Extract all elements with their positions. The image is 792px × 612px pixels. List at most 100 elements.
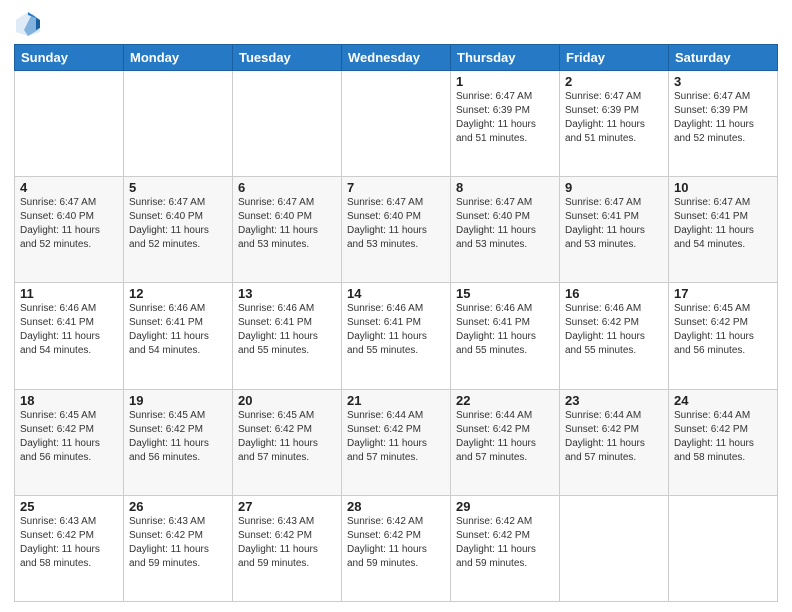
calendar-cell: 24Sunrise: 6:44 AMSunset: 6:42 PMDayligh… xyxy=(669,389,778,495)
day-info: Sunrise: 6:46 AMSunset: 6:41 PMDaylight:… xyxy=(129,302,227,358)
calendar-cell: 21Sunrise: 6:44 AMSunset: 6:42 PMDayligh… xyxy=(342,389,451,495)
day-number: 23 xyxy=(565,393,663,408)
calendar-cell: 14Sunrise: 6:46 AMSunset: 6:41 PMDayligh… xyxy=(342,283,451,389)
calendar-cell: 20Sunrise: 6:45 AMSunset: 6:42 PMDayligh… xyxy=(233,389,342,495)
logo xyxy=(14,10,46,38)
day-info: Sunrise: 6:42 AMSunset: 6:42 PMDaylight:… xyxy=(456,515,554,571)
day-info: Sunrise: 6:45 AMSunset: 6:42 PMDaylight:… xyxy=(674,302,772,358)
calendar-row: 4Sunrise: 6:47 AMSunset: 6:40 PMDaylight… xyxy=(15,177,778,283)
day-number: 28 xyxy=(347,499,445,514)
weekday-header: Thursday xyxy=(451,45,560,71)
weekday-header: Tuesday xyxy=(233,45,342,71)
calendar-cell: 25Sunrise: 6:43 AMSunset: 6:42 PMDayligh… xyxy=(15,495,124,601)
calendar-cell: 9Sunrise: 6:47 AMSunset: 6:41 PMDaylight… xyxy=(560,177,669,283)
calendar-cell xyxy=(560,495,669,601)
day-number: 29 xyxy=(456,499,554,514)
calendar-cell: 19Sunrise: 6:45 AMSunset: 6:42 PMDayligh… xyxy=(124,389,233,495)
calendar-cell: 13Sunrise: 6:46 AMSunset: 6:41 PMDayligh… xyxy=(233,283,342,389)
calendar-row: 11Sunrise: 6:46 AMSunset: 6:41 PMDayligh… xyxy=(15,283,778,389)
day-number: 15 xyxy=(456,286,554,301)
calendar-cell: 1Sunrise: 6:47 AMSunset: 6:39 PMDaylight… xyxy=(451,71,560,177)
day-info: Sunrise: 6:44 AMSunset: 6:42 PMDaylight:… xyxy=(674,409,772,465)
day-info: Sunrise: 6:47 AMSunset: 6:39 PMDaylight:… xyxy=(674,90,772,146)
calendar-header: SundayMondayTuesdayWednesdayThursdayFrid… xyxy=(15,45,778,71)
day-info: Sunrise: 6:46 AMSunset: 6:42 PMDaylight:… xyxy=(565,302,663,358)
calendar-cell xyxy=(233,71,342,177)
day-number: 8 xyxy=(456,180,554,195)
calendar-cell: 29Sunrise: 6:42 AMSunset: 6:42 PMDayligh… xyxy=(451,495,560,601)
day-number: 18 xyxy=(20,393,118,408)
page: SundayMondayTuesdayWednesdayThursdayFrid… xyxy=(0,0,792,612)
day-info: Sunrise: 6:47 AMSunset: 6:40 PMDaylight:… xyxy=(129,196,227,252)
day-info: Sunrise: 6:47 AMSunset: 6:40 PMDaylight:… xyxy=(456,196,554,252)
calendar-cell: 23Sunrise: 6:44 AMSunset: 6:42 PMDayligh… xyxy=(560,389,669,495)
day-number: 4 xyxy=(20,180,118,195)
day-number: 6 xyxy=(238,180,336,195)
day-number: 21 xyxy=(347,393,445,408)
calendar-cell: 17Sunrise: 6:45 AMSunset: 6:42 PMDayligh… xyxy=(669,283,778,389)
day-info: Sunrise: 6:44 AMSunset: 6:42 PMDaylight:… xyxy=(456,409,554,465)
calendar-cell: 12Sunrise: 6:46 AMSunset: 6:41 PMDayligh… xyxy=(124,283,233,389)
day-info: Sunrise: 6:45 AMSunset: 6:42 PMDaylight:… xyxy=(20,409,118,465)
day-info: Sunrise: 6:46 AMSunset: 6:41 PMDaylight:… xyxy=(238,302,336,358)
day-info: Sunrise: 6:43 AMSunset: 6:42 PMDaylight:… xyxy=(238,515,336,571)
day-number: 22 xyxy=(456,393,554,408)
calendar-cell xyxy=(342,71,451,177)
weekday-header: Saturday xyxy=(669,45,778,71)
day-number: 13 xyxy=(238,286,336,301)
day-number: 17 xyxy=(674,286,772,301)
day-info: Sunrise: 6:44 AMSunset: 6:42 PMDaylight:… xyxy=(565,409,663,465)
calendar-cell xyxy=(15,71,124,177)
day-number: 10 xyxy=(674,180,772,195)
calendar-table: SundayMondayTuesdayWednesdayThursdayFrid… xyxy=(14,44,778,602)
day-number: 24 xyxy=(674,393,772,408)
day-info: Sunrise: 6:47 AMSunset: 6:39 PMDaylight:… xyxy=(456,90,554,146)
day-number: 12 xyxy=(129,286,227,301)
calendar-cell xyxy=(124,71,233,177)
calendar-cell: 22Sunrise: 6:44 AMSunset: 6:42 PMDayligh… xyxy=(451,389,560,495)
day-number: 16 xyxy=(565,286,663,301)
day-info: Sunrise: 6:47 AMSunset: 6:41 PMDaylight:… xyxy=(674,196,772,252)
calendar-cell: 26Sunrise: 6:43 AMSunset: 6:42 PMDayligh… xyxy=(124,495,233,601)
header xyxy=(14,10,778,38)
weekday-row: SundayMondayTuesdayWednesdayThursdayFrid… xyxy=(15,45,778,71)
day-info: Sunrise: 6:47 AMSunset: 6:39 PMDaylight:… xyxy=(565,90,663,146)
calendar-row: 1Sunrise: 6:47 AMSunset: 6:39 PMDaylight… xyxy=(15,71,778,177)
day-info: Sunrise: 6:42 AMSunset: 6:42 PMDaylight:… xyxy=(347,515,445,571)
day-info: Sunrise: 6:45 AMSunset: 6:42 PMDaylight:… xyxy=(238,409,336,465)
calendar-cell xyxy=(669,495,778,601)
day-number: 7 xyxy=(347,180,445,195)
day-number: 19 xyxy=(129,393,227,408)
day-number: 3 xyxy=(674,74,772,89)
day-info: Sunrise: 6:46 AMSunset: 6:41 PMDaylight:… xyxy=(347,302,445,358)
day-info: Sunrise: 6:43 AMSunset: 6:42 PMDaylight:… xyxy=(129,515,227,571)
day-info: Sunrise: 6:47 AMSunset: 6:40 PMDaylight:… xyxy=(238,196,336,252)
calendar-cell: 2Sunrise: 6:47 AMSunset: 6:39 PMDaylight… xyxy=(560,71,669,177)
day-number: 1 xyxy=(456,74,554,89)
day-info: Sunrise: 6:46 AMSunset: 6:41 PMDaylight:… xyxy=(20,302,118,358)
calendar-cell: 10Sunrise: 6:47 AMSunset: 6:41 PMDayligh… xyxy=(669,177,778,283)
day-number: 26 xyxy=(129,499,227,514)
weekday-header: Friday xyxy=(560,45,669,71)
calendar-cell: 4Sunrise: 6:47 AMSunset: 6:40 PMDaylight… xyxy=(15,177,124,283)
weekday-header: Monday xyxy=(124,45,233,71)
logo-icon xyxy=(14,10,42,38)
calendar-cell: 15Sunrise: 6:46 AMSunset: 6:41 PMDayligh… xyxy=(451,283,560,389)
calendar-cell: 11Sunrise: 6:46 AMSunset: 6:41 PMDayligh… xyxy=(15,283,124,389)
calendar-body: 1Sunrise: 6:47 AMSunset: 6:39 PMDaylight… xyxy=(15,71,778,602)
calendar-cell: 16Sunrise: 6:46 AMSunset: 6:42 PMDayligh… xyxy=(560,283,669,389)
calendar-cell: 3Sunrise: 6:47 AMSunset: 6:39 PMDaylight… xyxy=(669,71,778,177)
calendar-cell: 28Sunrise: 6:42 AMSunset: 6:42 PMDayligh… xyxy=(342,495,451,601)
calendar-row: 18Sunrise: 6:45 AMSunset: 6:42 PMDayligh… xyxy=(15,389,778,495)
calendar-cell: 27Sunrise: 6:43 AMSunset: 6:42 PMDayligh… xyxy=(233,495,342,601)
day-number: 27 xyxy=(238,499,336,514)
calendar-row: 25Sunrise: 6:43 AMSunset: 6:42 PMDayligh… xyxy=(15,495,778,601)
day-info: Sunrise: 6:45 AMSunset: 6:42 PMDaylight:… xyxy=(129,409,227,465)
day-info: Sunrise: 6:47 AMSunset: 6:41 PMDaylight:… xyxy=(565,196,663,252)
weekday-header: Wednesday xyxy=(342,45,451,71)
day-number: 2 xyxy=(565,74,663,89)
day-info: Sunrise: 6:47 AMSunset: 6:40 PMDaylight:… xyxy=(20,196,118,252)
day-info: Sunrise: 6:44 AMSunset: 6:42 PMDaylight:… xyxy=(347,409,445,465)
calendar-cell: 7Sunrise: 6:47 AMSunset: 6:40 PMDaylight… xyxy=(342,177,451,283)
day-info: Sunrise: 6:46 AMSunset: 6:41 PMDaylight:… xyxy=(456,302,554,358)
